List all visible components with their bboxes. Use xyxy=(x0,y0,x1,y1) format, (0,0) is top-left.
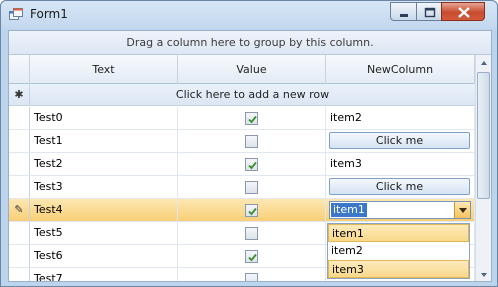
dropdown-option[interactable]: item2 xyxy=(328,242,469,260)
scroll-thumb[interactable] xyxy=(477,72,490,199)
row-indicator[interactable] xyxy=(9,107,30,129)
table-row[interactable]: Test3 Click me xyxy=(9,176,475,199)
cell-text[interactable]: Test0 xyxy=(30,107,178,129)
dropdown-option[interactable]: item1 xyxy=(328,224,469,242)
combobox-dropdown-button[interactable] xyxy=(454,202,470,218)
table-row[interactable]: Test1 Click me xyxy=(9,130,475,153)
cell-text[interactable]: Test4 xyxy=(30,199,178,221)
row-indicator[interactable] xyxy=(9,130,30,152)
row-indicator[interactable] xyxy=(9,153,30,175)
value-checkbox[interactable] xyxy=(245,181,258,194)
new-row-label: Click here to add a new row xyxy=(175,88,330,101)
click-me-button[interactable]: Click me xyxy=(329,132,470,149)
row-indicator[interactable] xyxy=(9,176,30,198)
cell-newcolumn[interactable]: Click me xyxy=(326,176,475,198)
value-checkbox[interactable] xyxy=(245,250,258,263)
cell-value xyxy=(178,176,326,198)
table-row[interactable]: Test0 item2 xyxy=(9,107,475,130)
cell-value xyxy=(178,130,326,152)
value-checkbox[interactable] xyxy=(245,135,258,148)
cell-text[interactable]: Test1 xyxy=(30,130,178,152)
table-row[interactable]: ✎ Test4 item1 xyxy=(9,199,475,222)
window-title: Form1 xyxy=(30,7,68,21)
checkmark-icon xyxy=(248,161,257,170)
column-header-text[interactable]: Text xyxy=(30,55,178,84)
cell-text[interactable]: Test3 xyxy=(30,176,178,198)
app-icon xyxy=(9,8,23,20)
column-header-value[interactable]: Value xyxy=(178,55,326,84)
title-bar[interactable]: Form1 xyxy=(1,1,497,29)
cell-newcolumn[interactable]: item1 xyxy=(326,199,475,221)
close-icon xyxy=(458,7,470,18)
checkmark-icon xyxy=(248,207,257,216)
new-row-marker-icon: ✱ xyxy=(9,84,30,106)
click-me-button[interactable]: Click me xyxy=(329,178,470,195)
maximize-button[interactable] xyxy=(416,2,442,21)
cell-value xyxy=(178,222,326,244)
dropdown-option[interactable]: item3 xyxy=(328,260,469,278)
table-row[interactable]: Test2 item3 xyxy=(9,153,475,176)
edit-pencil-icon[interactable]: ✎ xyxy=(9,199,30,221)
cell-text[interactable]: Test7 xyxy=(30,268,178,281)
row-indicator[interactable] xyxy=(9,245,30,267)
maximize-icon xyxy=(424,7,436,18)
value-checkbox[interactable] xyxy=(245,112,258,125)
chevron-down-icon xyxy=(459,208,467,213)
cell-text[interactable]: Test2 xyxy=(30,153,178,175)
cell-newcolumn[interactable]: item3 xyxy=(326,153,475,175)
cell-value xyxy=(178,107,326,129)
column-header-row: Text Value NewColumn xyxy=(9,55,475,84)
value-checkbox[interactable] xyxy=(245,204,258,217)
scroll-up-arrow-icon[interactable] xyxy=(476,55,492,71)
new-row[interactable]: ✱ Click here to add a new row xyxy=(9,84,475,106)
column-header-newcolumn[interactable]: NewColumn xyxy=(326,55,475,84)
value-checkbox[interactable] xyxy=(245,158,258,171)
scroll-down-arrow-icon[interactable] xyxy=(476,267,492,282)
row-indicator[interactable] xyxy=(9,222,30,244)
value-checkbox[interactable] xyxy=(245,273,258,281)
cell-text[interactable]: Test6 xyxy=(30,245,178,267)
row-indicator[interactable] xyxy=(9,268,30,281)
checkmark-icon xyxy=(248,115,257,124)
cell-value xyxy=(178,245,326,267)
cell-text[interactable]: Test5 xyxy=(30,222,178,244)
vertical-scrollbar[interactable] xyxy=(475,55,492,282)
cell-value xyxy=(178,268,326,281)
group-panel[interactable]: Drag a column here to group by this colu… xyxy=(9,31,491,55)
header-corner xyxy=(9,55,30,84)
combobox-selected-text[interactable]: item1 xyxy=(331,203,367,217)
form-window: Form1 Drag a column here to group by thi… xyxy=(0,0,498,287)
value-checkbox[interactable] xyxy=(245,227,258,240)
cell-newcolumn[interactable]: Click me xyxy=(326,130,475,152)
cell-value xyxy=(178,153,326,175)
close-button[interactable] xyxy=(441,2,485,21)
minimize-button[interactable] xyxy=(390,2,417,21)
checkmark-icon xyxy=(248,253,257,262)
minimize-icon xyxy=(400,14,408,17)
cell-value xyxy=(178,199,326,221)
newcolumn-combobox[interactable]: item1 xyxy=(329,201,471,219)
combo-dropdown-list[interactable]: item1 item2 item3 xyxy=(327,223,470,279)
cell-newcolumn[interactable]: item2 xyxy=(326,107,475,129)
